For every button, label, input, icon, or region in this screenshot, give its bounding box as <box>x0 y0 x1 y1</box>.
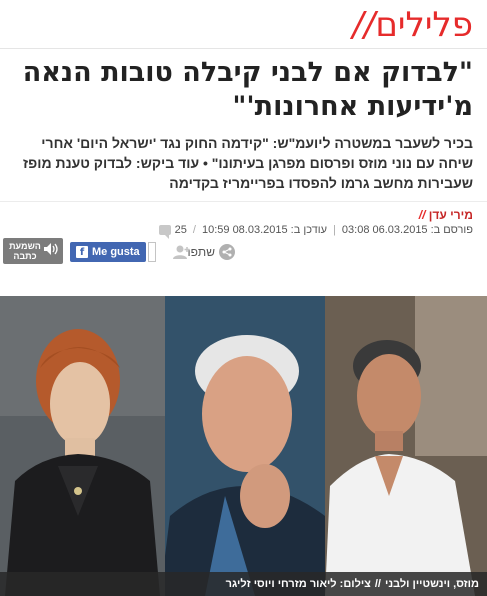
listen-article-button[interactable]: השמעת כתבה <box>3 238 63 264</box>
share-label: שתפו <box>187 245 216 259</box>
published-date: פורסם ב: 06.03.2015 03:08 <box>341 224 473 236</box>
like-count <box>147 242 156 262</box>
section-header: // פלילים <box>14 2 473 48</box>
share-icon <box>219 244 235 260</box>
photo-credit: צילום: ליאור מזרחי ויוסי זליגר <box>225 578 371 590</box>
facebook-like-widget: f Me gusta <box>70 242 156 262</box>
share-toolbar: שתפו f Me gusta השמעת כתבה <box>0 236 487 268</box>
facebook-icon: f <box>76 246 88 258</box>
section-title[interactable]: פלילים <box>375 5 473 45</box>
photo-panel-right <box>325 296 487 596</box>
article-headline: "לבדוק אם לבני קיבלה טובות הנאה מ'ידיעות… <box>22 57 473 122</box>
divider <box>0 48 487 49</box>
photo-panel-middle <box>165 296 325 596</box>
add-friend-icon[interactable] <box>171 244 191 260</box>
photo-caption-text: מוזס, וינשטיין ולבני <box>385 578 479 590</box>
article-photo[interactable]: מוזס, וינשטיין ולבני // צילום: ליאור מזר… <box>0 296 487 596</box>
comment-icon <box>158 225 171 239</box>
speaker-icon <box>43 242 59 261</box>
meta-separator: / <box>192 224 196 236</box>
author-line: מירי עדן // <box>415 208 473 222</box>
article-subtitle: בכיר לשעבר במשטרה ליועמ"ש: "קידמה החוק נ… <box>23 135 473 191</box>
author-name[interactable]: מירי עדן <box>429 208 473 222</box>
listen-label: השמעת כתבה <box>9 241 41 261</box>
divider <box>0 201 487 202</box>
section-slashes: // <box>352 5 376 45</box>
author-slashes: // <box>418 208 426 222</box>
photo-panel-left <box>0 296 165 596</box>
comment-count[interactable]: 25 <box>158 224 187 239</box>
caption-separator: // <box>374 578 381 590</box>
article-meta: פורסם ב: 06.03.2015 03:08 | עודכן ב: 08.… <box>158 224 473 239</box>
photo-caption: מוזס, וינשטיין ולבני // צילום: ליאור מזר… <box>0 572 487 596</box>
updated-date: עודכן ב: 08.03.2015 10:59 <box>201 224 328 236</box>
meta-separator: | <box>333 224 336 236</box>
like-label: Me gusta <box>92 246 140 258</box>
comment-count-value: 25 <box>174 224 187 236</box>
share-button[interactable]: שתפו <box>187 244 235 260</box>
facebook-like-button[interactable]: f Me gusta <box>70 242 146 262</box>
